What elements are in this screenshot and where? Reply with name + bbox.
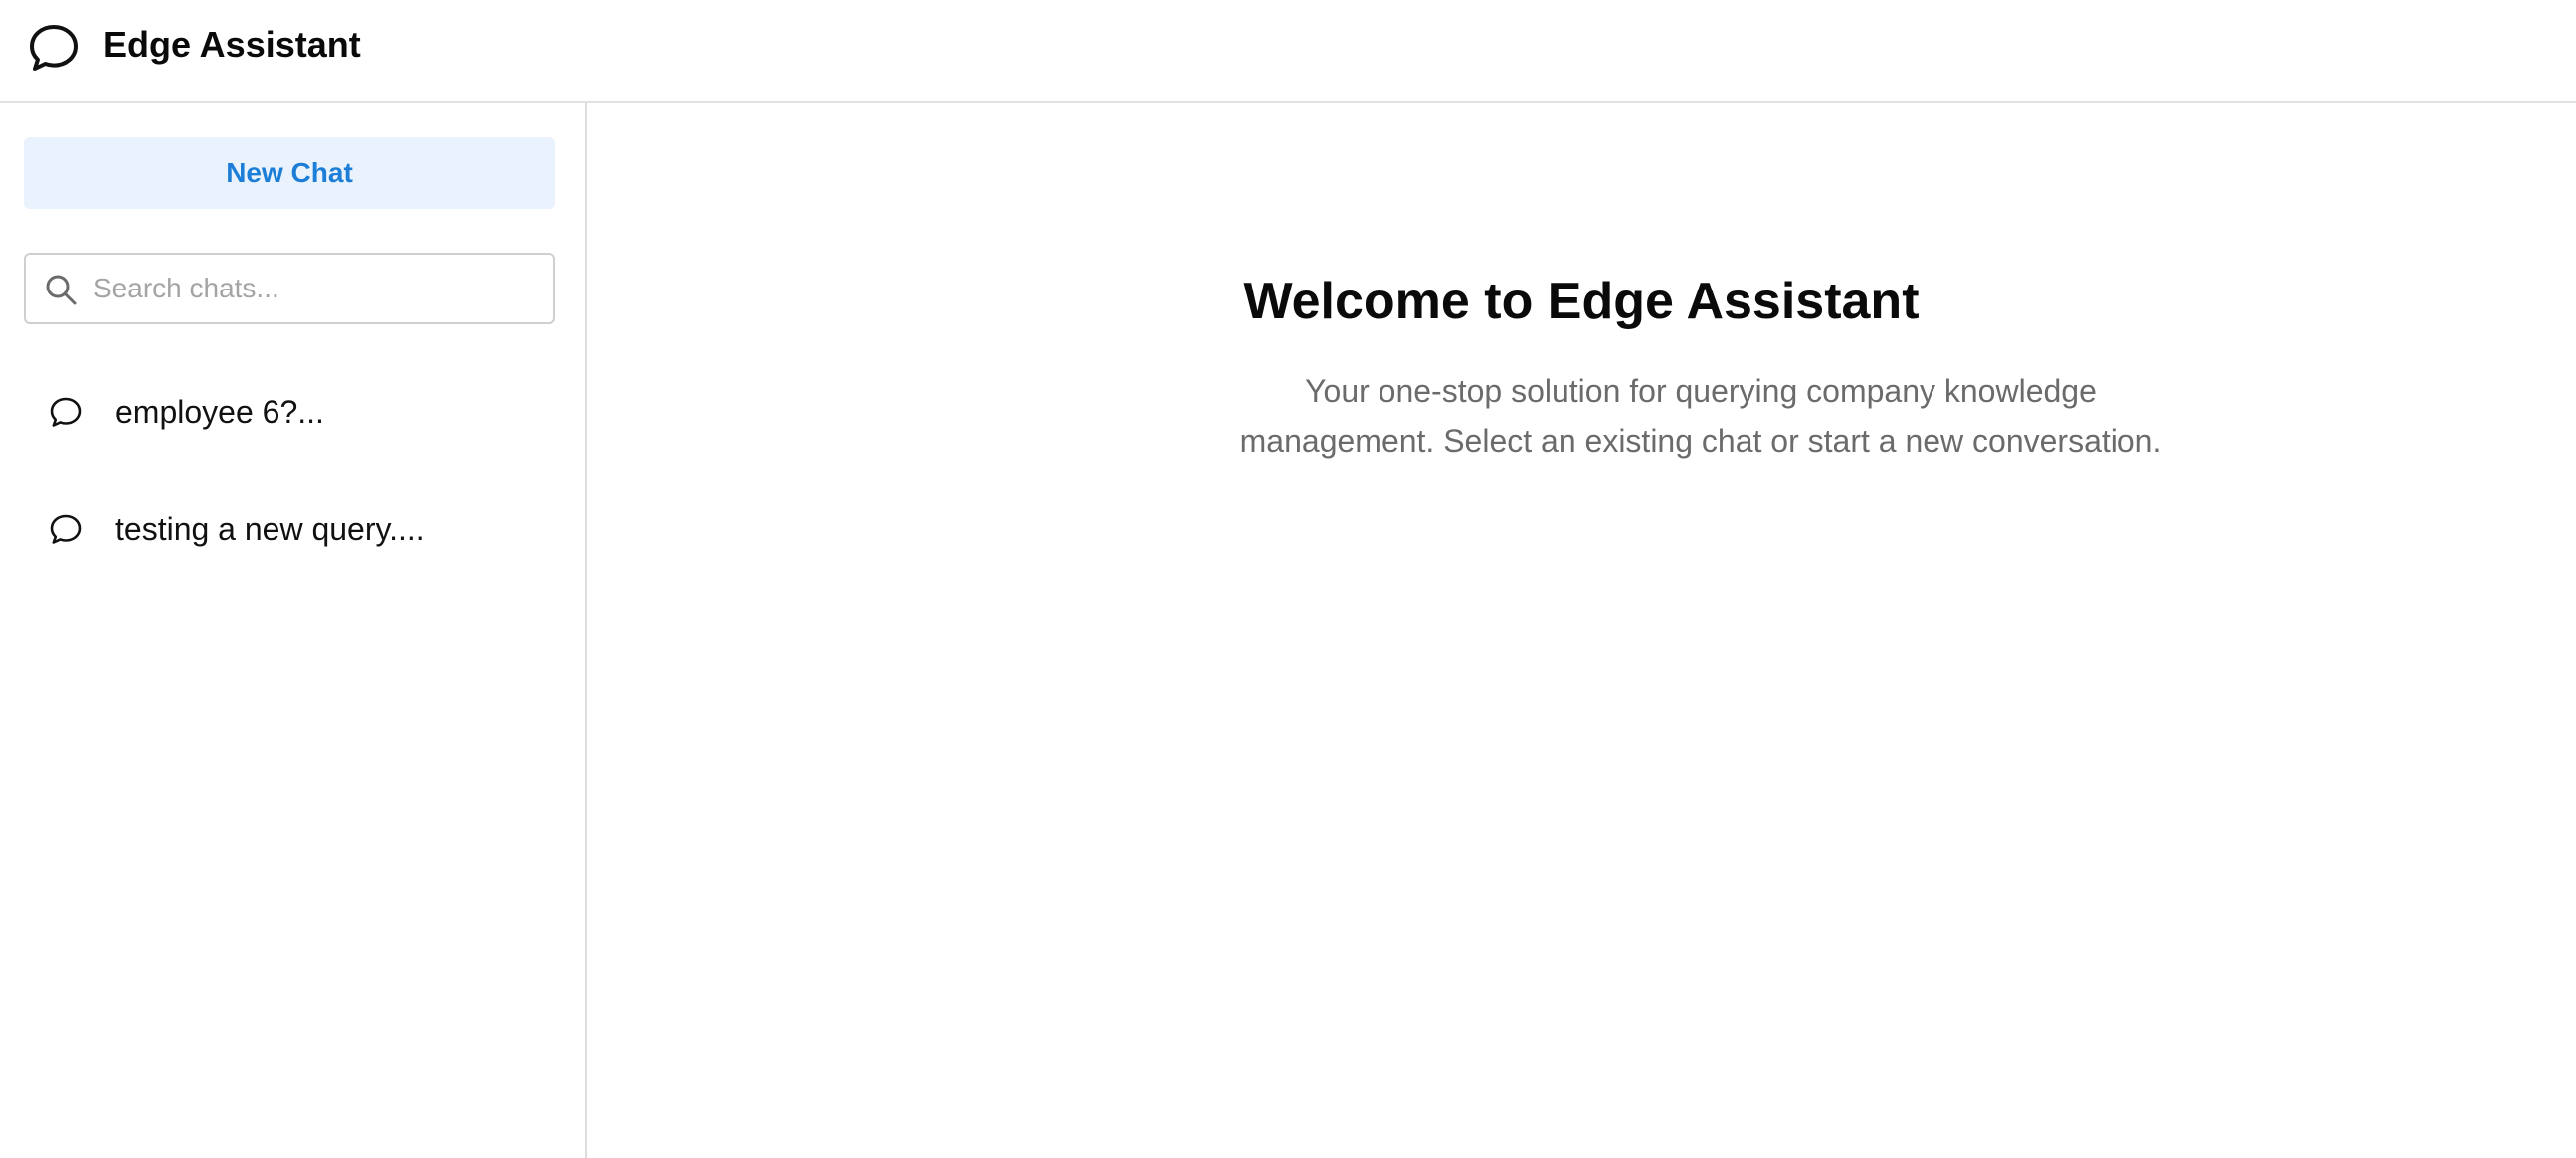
app-window: Edge Assistant New Chat employee 6?... [0, 0, 2576, 1158]
welcome-subtitle: Your one-stop solution for querying comp… [1239, 373, 2162, 459]
chat-bubble-icon [30, 25, 78, 71]
chat-list-item[interactable]: employee 6?... [24, 364, 555, 460]
chat-list-item-label: employee 6?... [115, 394, 324, 430]
chat-list-item[interactable]: testing a new query.... [24, 482, 555, 577]
sidebar: New Chat employee 6?... testing a new qu… [0, 103, 587, 1158]
chat-list-item-label: testing a new query.... [115, 511, 425, 547]
chat-list: employee 6?... testing a new query.... [24, 364, 555, 599]
new-chat-button[interactable]: New Chat [24, 137, 555, 209]
app-title: Edge Assistant [103, 24, 361, 65]
search-input[interactable] [93, 263, 531, 314]
main-content: Welcome to Edge Assistant Your one-stop … [587, 103, 2576, 1158]
search-box[interactable] [24, 253, 555, 324]
chat-bubble-icon [50, 514, 82, 544]
welcome-title: Welcome to Edge Assistant [1243, 273, 1920, 330]
app-header: Edge Assistant [0, 0, 2576, 103]
search-icon [46, 275, 77, 305]
chat-bubble-icon [50, 397, 82, 427]
